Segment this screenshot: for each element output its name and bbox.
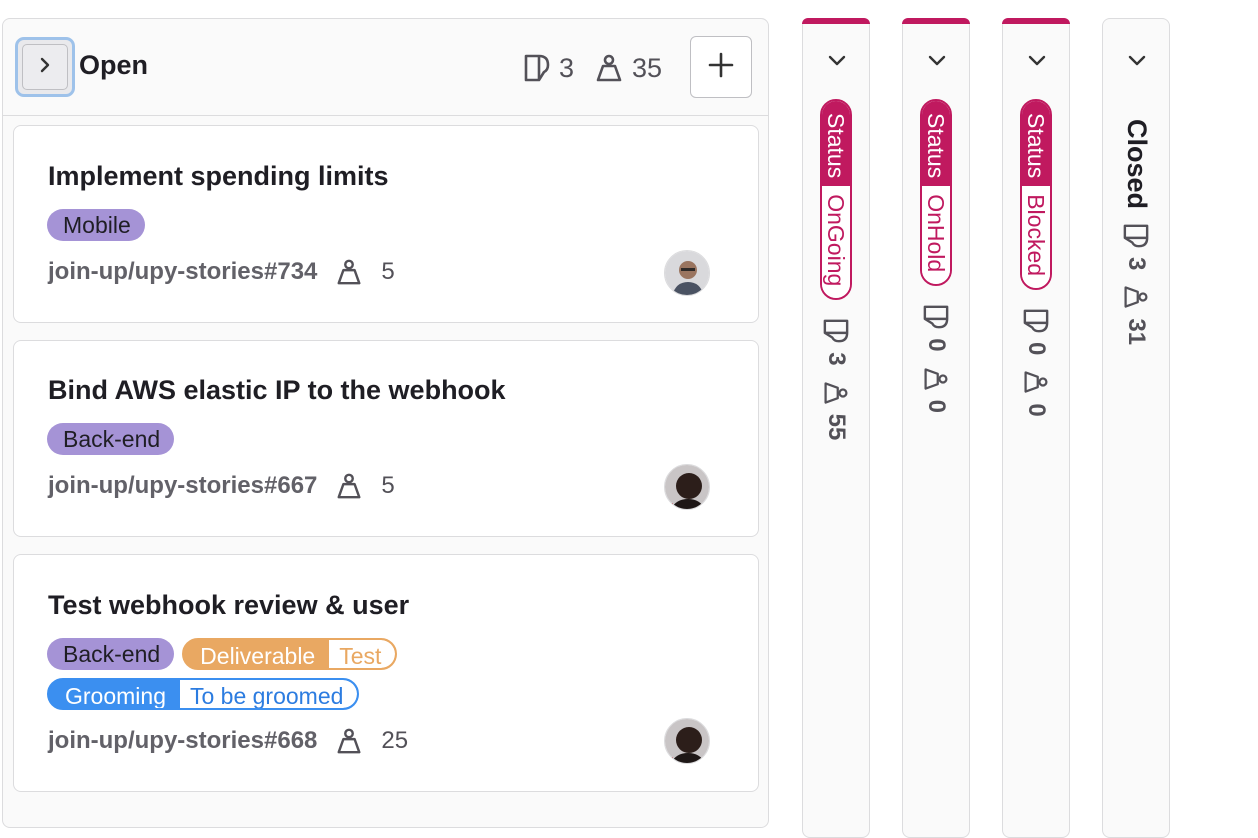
label-mobile[interactable]: Mobile [47, 209, 145, 241]
label-text: Mobile [63, 212, 131, 238]
label-scope: Status [922, 101, 950, 187]
issue-count: 3 [823, 352, 850, 366]
weight-icon [1124, 284, 1150, 310]
collapsed-list-status-blocked[interactable]: Status Blocked 0 0 [1002, 18, 1070, 838]
label-value: Blocked [1022, 186, 1050, 289]
issue-title[interactable]: Test webhook review & user [48, 590, 409, 621]
weight-total: 35 [632, 52, 663, 83]
issue-labels: Mobile [47, 209, 145, 241]
issue-weight: 25 [381, 727, 409, 754]
weight-icon [335, 727, 363, 755]
issue-meta: join-up/upy-stories#734 5 [48, 258, 395, 286]
weight-icon [1023, 369, 1049, 395]
collapsed-list-status-ongoing[interactable]: Status OnGoing 3 55 [802, 18, 870, 838]
list-color-bar [1002, 18, 1070, 24]
weight-icon [335, 258, 363, 286]
issue-reference[interactable]: join-up/upy-stories#668 [48, 727, 317, 755]
list-issue-count: 0 [1022, 308, 1050, 355]
collapsed-list-content: Status OnGoing 3 55 [820, 99, 852, 440]
issue-meta: join-up/upy-stories#667 5 [48, 472, 395, 500]
issues-icon [523, 53, 551, 83]
issue-count: 0 [923, 338, 950, 352]
issues-icon [822, 318, 850, 344]
chevron-down-icon[interactable] [1027, 53, 1047, 72]
plus-icon [708, 52, 734, 83]
weight-icon [823, 380, 849, 406]
assignee-avatar[interactable] [664, 250, 710, 296]
issue-card[interactable]: Bind AWS elastic IP to the webhook Back-… [13, 340, 759, 537]
issues-icon [1123, 223, 1151, 249]
collapsed-list-content: Closed 3 31 [1121, 119, 1152, 345]
list-title: Closed [1122, 119, 1152, 210]
label-back-end[interactable]: Back-end [47, 638, 175, 670]
label-deliverable-test[interactable]: Deliverable Test [182, 638, 398, 670]
open-list-header: Open 3 35 [3, 19, 768, 116]
list-issue-count: 3 [1123, 223, 1151, 270]
expand-toggle-button[interactable] [15, 37, 75, 97]
label-back-end[interactable]: Back-end [47, 423, 175, 455]
label-value: Test [329, 640, 396, 668]
label-value: OnHold [922, 186, 950, 285]
weight-icon [923, 366, 949, 392]
list-issue-count: 0 [922, 304, 950, 352]
label-scope: Status [1022, 101, 1050, 187]
issue-card[interactable]: Implement spending limits Mobile join-up… [13, 125, 759, 323]
label-scope: Deliverable [200, 643, 316, 669]
list-weight-total: 31 [1123, 284, 1151, 345]
assignee-avatar[interactable] [664, 718, 710, 764]
issue-count: 3 [559, 52, 575, 83]
chevron-down-icon[interactable] [927, 53, 947, 72]
weight-icon [594, 53, 624, 83]
issue-reference[interactable]: join-up/upy-stories#734 [48, 258, 317, 286]
status-label[interactable]: Status OnHold [920, 99, 952, 287]
issue-labels: Back-end [47, 423, 175, 455]
issue-title[interactable]: Bind AWS elastic IP to the webhook [48, 375, 506, 406]
weight-total: 55 [823, 413, 850, 441]
label-value: To be groomed [179, 680, 358, 708]
label-grooming-to-be-groomed[interactable]: Grooming To be groomed [47, 678, 360, 710]
list-title: Open [79, 50, 149, 80]
label-scope: Grooming [65, 683, 166, 709]
status-label[interactable]: Status Blocked [1020, 99, 1052, 291]
chevron-down-icon[interactable] [827, 53, 847, 72]
collapsed-list-closed[interactable]: Closed 3 31 [1102, 18, 1170, 838]
issues-icon [922, 304, 950, 330]
weight-total: 0 [923, 399, 950, 413]
label-text: Back-end [63, 641, 161, 667]
issue-card[interactable]: Test webhook review & user Back-end Deli… [13, 554, 759, 792]
issue-count: 0 [1023, 342, 1050, 356]
weight-total: 31 [1123, 318, 1151, 346]
list-weight-total: 0 [1022, 369, 1050, 417]
chevron-down-icon[interactable] [1127, 53, 1147, 72]
issue-labels: Back-end Deliverable Test [47, 638, 398, 670]
issue-weight: 5 [381, 472, 395, 499]
issue-weight: 5 [381, 258, 395, 285]
expand-toggle-inner [22, 44, 68, 90]
add-issue-button[interactable] [690, 36, 752, 98]
list-color-bar [902, 18, 970, 24]
list-counts: 3 35 [523, 51, 682, 85]
collapsed-list-content: Status Blocked 0 0 [1020, 99, 1052, 417]
label-scope: Status [822, 101, 850, 187]
status-label[interactable]: Status OnGoing [820, 99, 852, 301]
issue-labels-row-2: Grooming To be groomed [47, 678, 360, 710]
weight-total: 0 [1023, 403, 1050, 417]
collapsed-list-status-onhold[interactable]: Status OnHold 0 0 [902, 18, 970, 838]
issues-icon [1022, 308, 1050, 334]
weight-icon [335, 472, 363, 500]
chevron-right-icon [38, 56, 52, 79]
list-weight-total: 55 [822, 380, 850, 441]
label-text: Back-end [63, 426, 161, 452]
list-issue-count: 3 [822, 318, 850, 366]
open-list: Open 3 35 Implement spending limits Mobi… [2, 18, 769, 828]
label-value: OnGoing [822, 186, 850, 299]
issue-meta: join-up/upy-stories#668 25 [48, 727, 408, 755]
issue-title[interactable]: Implement spending limits [48, 161, 389, 192]
collapsed-list-content: Status OnHold 0 0 [920, 99, 952, 413]
list-weight-total: 0 [922, 366, 950, 413]
issue-reference[interactable]: join-up/upy-stories#667 [48, 472, 317, 500]
assignee-avatar[interactable] [664, 464, 710, 510]
list-color-bar [802, 18, 870, 24]
issue-count: 3 [1123, 257, 1151, 271]
